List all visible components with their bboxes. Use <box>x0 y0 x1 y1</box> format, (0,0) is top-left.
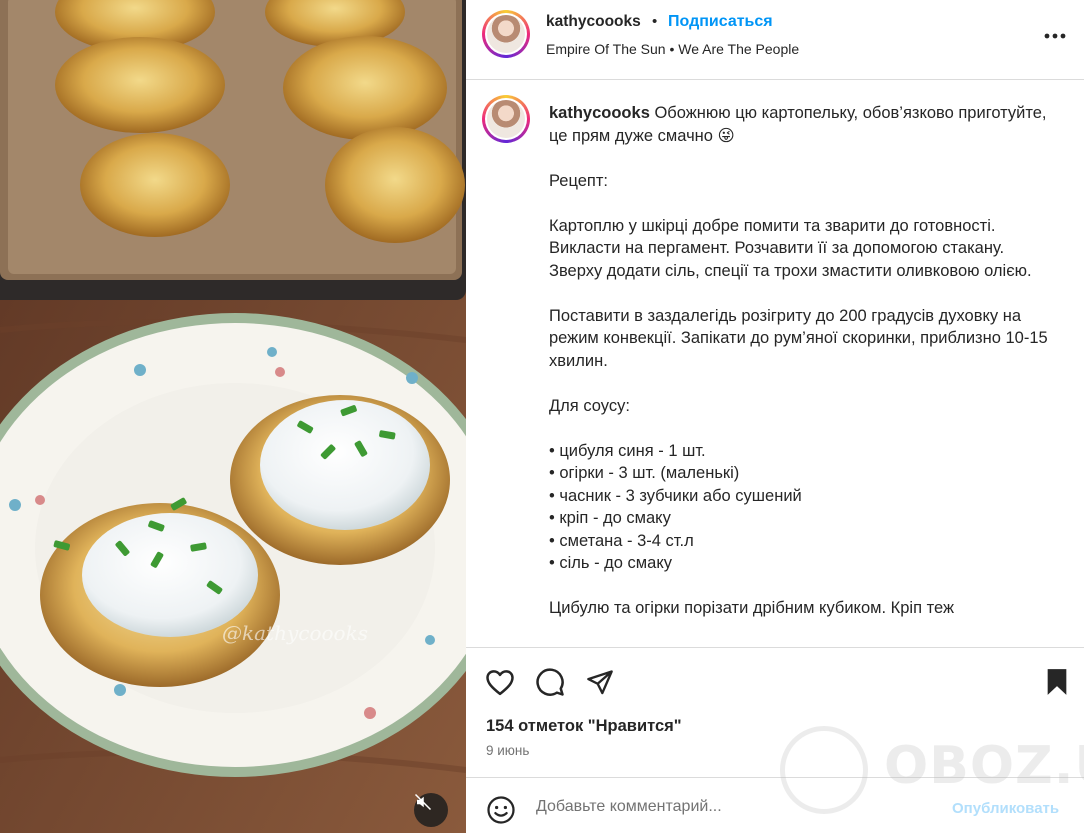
like-button[interactable] <box>484 666 516 698</box>
media-watermark: @kathycoooks <box>222 621 368 645</box>
caption-text: kathycoooks Обожнюю цю картопельку, обов… <box>549 102 1049 620</box>
post-panel: kathycoooks • Подписаться Empire Of The … <box>466 0 1084 833</box>
share-button[interactable] <box>584 666 616 698</box>
bookmark-icon <box>1047 669 1067 695</box>
post-date[interactable]: 9 июнь <box>486 743 529 758</box>
audio-link[interactable]: Empire Of The Sun • We Are The People <box>546 41 799 57</box>
comment-input[interactable] <box>536 792 936 822</box>
post-media[interactable]: @kathycoooks <box>0 0 466 833</box>
more-options-button[interactable] <box>1040 24 1070 48</box>
likes-count[interactable]: 154 отметок "Нравится" <box>486 717 682 736</box>
caption-body: Обожнюю цю картопельку, обов’язково приг… <box>549 104 1048 617</box>
post-comment-button[interactable]: Опубликовать <box>952 800 1059 817</box>
username-link[interactable]: kathycoooks <box>546 13 641 31</box>
smiley-icon[interactable] <box>486 795 516 825</box>
paper-plane-icon <box>587 670 613 695</box>
mute-button[interactable] <box>414 793 448 827</box>
follow-button[interactable]: Подписаться <box>668 13 773 31</box>
comment-bubble-icon <box>536 668 564 696</box>
action-bar: 154 отметок "Нравится" 9 июнь <box>466 647 1084 777</box>
heart-icon <box>486 670 514 696</box>
save-button[interactable] <box>1041 666 1073 698</box>
comment-bar: Опубликовать <box>466 777 1084 833</box>
food-photo: @kathycoooks <box>0 0 466 833</box>
post-header: kathycoooks • Подписаться Empire Of The … <box>466 0 1084 80</box>
caption-username[interactable]: kathycoooks <box>549 104 650 122</box>
avatar[interactable] <box>482 10 530 58</box>
speaker-muted-icon <box>414 793 432 811</box>
separator-dot: • <box>652 13 658 30</box>
more-dots-icon <box>1044 33 1066 39</box>
comment-button[interactable] <box>534 666 566 698</box>
caption-avatar[interactable] <box>482 95 530 143</box>
caption-area[interactable]: kathycoooks Обожнюю цю картопельку, обов… <box>466 81 1084 647</box>
